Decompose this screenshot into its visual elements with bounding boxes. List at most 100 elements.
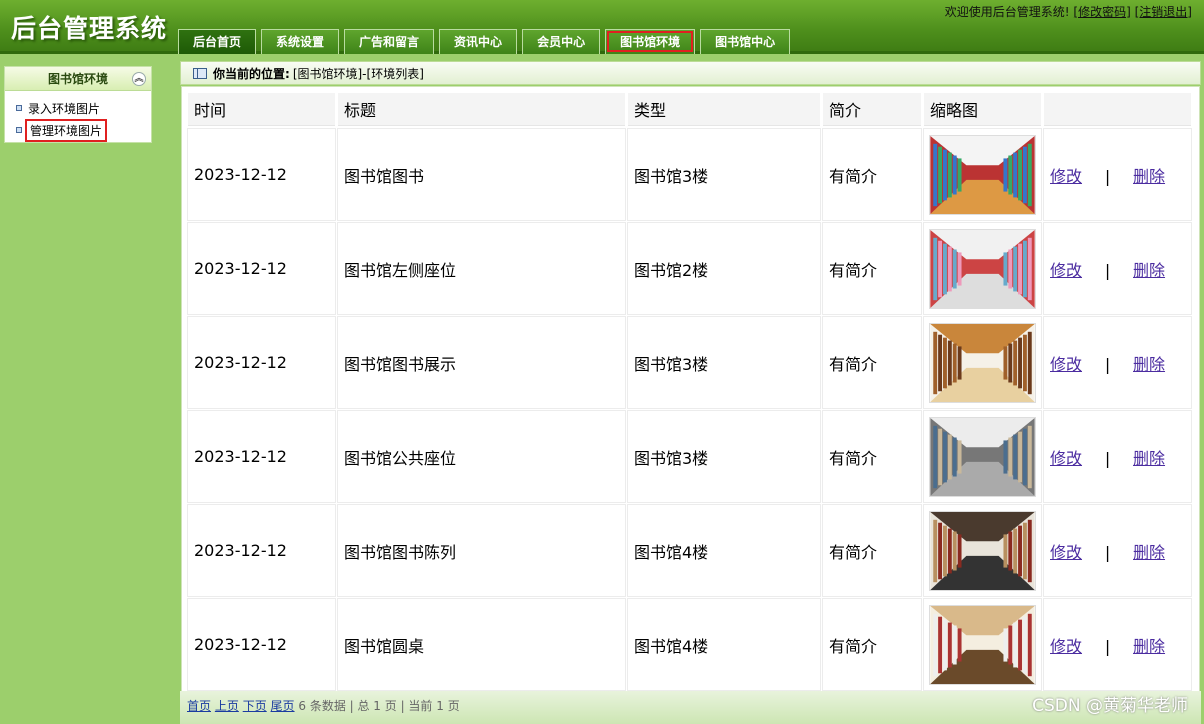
tab-library-environment[interactable]: 图书馆环境	[605, 29, 696, 54]
cell-thumbnail	[923, 504, 1042, 597]
col-header-intro: 简介	[823, 93, 921, 126]
cell-date: 2023-12-12	[187, 222, 336, 315]
edit-link[interactable]: 修改	[1050, 449, 1082, 468]
thumbnail-image	[929, 604, 1036, 685]
edit-link[interactable]: 修改	[1050, 261, 1082, 280]
cell-intro: 有简介	[822, 598, 922, 691]
col-header-title: 标题	[338, 93, 625, 126]
col-header-time: 时间	[188, 93, 335, 126]
pager: 首页 上页 下页 尾页 6 条数据 | 总 1 页 | 当前 1 页	[187, 697, 460, 714]
first-page-link[interactable]: 首页	[187, 699, 211, 713]
cell-title: 图书馆图书	[337, 128, 626, 221]
cell-date: 2023-12-12	[187, 504, 336, 597]
table-row: 2023-12-12 图书馆图书 图书馆3楼 有简介 修改 | 删除	[187, 128, 1192, 221]
table-row: 2023-12-12 图书馆左侧座位 图书馆2楼 有简介 修改 | 删除	[187, 222, 1192, 315]
edit-link[interactable]: 修改	[1050, 637, 1082, 656]
header: 后台管理系统 欢迎使用后台管理系统! [修改密码] [注销退出] 后台首页 系统…	[0, 0, 1204, 54]
breadcrumb-path: [图书馆环境]-[环境列表]	[292, 66, 424, 81]
cell-thumbnail	[923, 128, 1042, 221]
welcome-text: 欢迎使用后台管理系统!	[944, 5, 1070, 19]
edit-link[interactable]: 修改	[1050, 543, 1082, 562]
cell-type: 图书馆2楼	[627, 222, 821, 315]
cell-thumbnail	[923, 598, 1042, 691]
next-page-link[interactable]: 下页	[243, 699, 267, 713]
col-header-actions	[1044, 93, 1191, 126]
change-password-link[interactable]: [修改密码]	[1073, 5, 1130, 19]
tab-library-center[interactable]: 图书馆中心	[700, 29, 791, 54]
cell-date: 2023-12-12	[187, 410, 336, 503]
cell-intro: 有简介	[822, 222, 922, 315]
sidebar-menu: 图书馆环境 ︽ 录入环境图片 管理环境图片	[4, 66, 152, 143]
cell-type: 图书馆4楼	[627, 504, 821, 597]
cell-type: 图书馆4楼	[627, 598, 821, 691]
main-nav: 后台首页 系统设置 广告和留言 资讯中心 会员中心 图书馆环境 图书馆中心	[178, 29, 795, 54]
delete-link[interactable]: 删除	[1133, 637, 1165, 656]
table-row: 2023-12-12 图书馆圆桌 图书馆4楼 有简介 修改 | 删除	[187, 598, 1192, 691]
cell-actions: 修改 | 删除	[1043, 128, 1192, 221]
cell-title: 图书馆公共座位	[337, 410, 626, 503]
separator: |	[1104, 354, 1111, 374]
separator: |	[1104, 260, 1111, 280]
separator: |	[1104, 636, 1111, 656]
pager-info: 6 条数据 | 总 1 页 | 当前 1 页	[298, 699, 460, 713]
cell-intro: 有简介	[822, 504, 922, 597]
delete-link[interactable]: 删除	[1133, 543, 1165, 562]
table-header-row: 时间 标题 类型 简介 缩略图	[188, 93, 1191, 126]
cell-title: 图书馆图书陈列	[337, 504, 626, 597]
bullet-icon	[16, 127, 22, 133]
app-title: 后台管理系统	[11, 14, 168, 43]
tab-ads-messages[interactable]: 广告和留言	[344, 29, 435, 54]
user-links: 欢迎使用后台管理系统! [修改密码] [注销退出]	[945, 3, 1192, 20]
logout-link[interactable]: [注销退出]	[1135, 5, 1192, 19]
cell-title: 图书馆圆桌	[337, 598, 626, 691]
cell-type: 图书馆3楼	[627, 410, 821, 503]
collapse-icon[interactable]: ︽	[132, 72, 146, 86]
window-icon	[193, 67, 207, 79]
cell-actions: 修改 | 删除	[1043, 316, 1192, 409]
main-area: 你当前的位置: [图书馆环境]-[环境列表] 时间 标题 类型 简介 缩略图 2…	[178, 57, 1202, 724]
cell-actions: 修改 | 删除	[1043, 410, 1192, 503]
thumbnail-image	[929, 228, 1036, 309]
tab-news-center[interactable]: 资讯中心	[439, 29, 518, 54]
delete-link[interactable]: 删除	[1133, 261, 1165, 280]
sidebar-item-add-image[interactable]: 录入环境图片	[5, 97, 151, 119]
sidebar-item-label: 管理环境图片	[24, 118, 108, 142]
cell-intro: 有简介	[822, 128, 922, 221]
thumbnail-image	[929, 322, 1036, 403]
bullet-icon	[16, 105, 22, 111]
cell-date: 2023-12-12	[187, 128, 336, 221]
cell-thumbnail	[923, 222, 1042, 315]
cell-thumbnail	[923, 316, 1042, 409]
cell-title: 图书馆图书展示	[337, 316, 626, 409]
tab-home[interactable]: 后台首页	[178, 29, 257, 54]
content-panel: 时间 标题 类型 简介 缩略图 2023-12-12 图书馆图书 图书馆3楼 有简介修…	[181, 86, 1200, 720]
breadcrumb-label: 你当前的位置:	[213, 66, 290, 81]
sidebar-header[interactable]: 图书馆环境 ︽	[5, 67, 151, 91]
delete-link[interactable]: 删除	[1133, 355, 1165, 374]
thumbnail-image	[929, 134, 1036, 215]
delete-link[interactable]: 删除	[1133, 167, 1165, 186]
sidebar-item-label: 录入环境图片	[28, 101, 101, 116]
breadcrumb: 你当前的位置: [图书馆环境]-[环境列表]	[180, 61, 1201, 85]
cell-actions: 修改 | 删除	[1043, 504, 1192, 597]
sidebar-title: 图书馆环境	[47, 72, 108, 86]
separator: |	[1104, 448, 1111, 468]
cell-intro: 有简介	[822, 316, 922, 409]
cell-type: 图书馆3楼	[627, 316, 821, 409]
cell-intro: 有简介	[822, 410, 922, 503]
prev-page-link[interactable]: 上页	[215, 699, 239, 713]
tab-system-settings[interactable]: 系统设置	[261, 29, 340, 54]
table-row: 2023-12-12 图书馆图书陈列 图书馆4楼 有简介 修改 | 删除	[187, 504, 1192, 597]
cell-thumbnail	[923, 410, 1042, 503]
last-page-link[interactable]: 尾页	[271, 699, 295, 713]
delete-link[interactable]: 删除	[1133, 449, 1165, 468]
separator: |	[1104, 166, 1111, 186]
tab-member-center[interactable]: 会员中心	[522, 29, 601, 54]
edit-link[interactable]: 修改	[1050, 167, 1082, 186]
thumbnail-image	[929, 510, 1036, 591]
cell-actions: 修改 | 删除	[1043, 222, 1192, 315]
edit-link[interactable]: 修改	[1050, 355, 1082, 374]
sidebar-item-manage-images[interactable]: 管理环境图片	[5, 118, 151, 142]
sidebar: 图书馆环境 ︽ 录入环境图片 管理环境图片	[0, 57, 177, 724]
cell-title: 图书馆左侧座位	[337, 222, 626, 315]
